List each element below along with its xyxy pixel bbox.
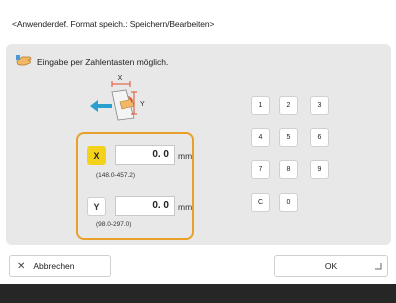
x-range-label: (148.0-457.2) (96, 172, 136, 179)
close-icon: ✕ (17, 260, 26, 272)
y-axis-button[interactable]: Y (87, 197, 106, 216)
key-8[interactable]: 8 (279, 160, 298, 179)
y-unit-label: mm (178, 202, 193, 212)
screen-title: <Anwenderdef. Format speich.: Speichern/… (12, 19, 215, 29)
key-4[interactable]: 4 (251, 128, 270, 147)
ok-button-label: OK (324, 261, 338, 271)
hint-text: Eingabe per Zahlentasten möglich. (37, 56, 169, 67)
hint-row: Eingabe per Zahlentasten möglich. (16, 55, 168, 68)
key-5[interactable]: 5 (279, 128, 298, 147)
hand-pointer-icon (16, 55, 32, 68)
status-bar (0, 284, 396, 303)
paper-size-diagram: X Y (90, 75, 145, 121)
cancel-button-label: Abbrechen (33, 261, 75, 271)
y-value-field[interactable]: 0. 0 (115, 196, 175, 216)
key-2[interactable]: 2 (279, 96, 298, 115)
key-1[interactable]: 1 (251, 96, 270, 115)
cancel-button[interactable]: ✕ Abbrechen (9, 255, 111, 277)
return-corner-icon (374, 262, 382, 272)
x-value-field[interactable]: 0. 0 (115, 145, 175, 165)
key-6[interactable]: 6 (310, 128, 329, 147)
key-7[interactable]: 7 (251, 160, 270, 179)
key-clear[interactable]: C (251, 193, 270, 212)
input-panel (6, 44, 391, 245)
diagram-y-label: Y (140, 101, 145, 108)
feed-arrow-icon (90, 100, 112, 112)
diagram-x-label: X (118, 75, 123, 82)
ok-button[interactable]: OK (274, 255, 388, 277)
key-9[interactable]: 9 (310, 160, 329, 179)
x-axis-button[interactable]: X (87, 146, 106, 165)
key-3[interactable]: 3 (310, 96, 329, 115)
key-0[interactable]: 0 (279, 193, 298, 212)
x-unit-label: mm (178, 151, 193, 161)
y-range-label: (98.0-297.0) (96, 221, 132, 228)
